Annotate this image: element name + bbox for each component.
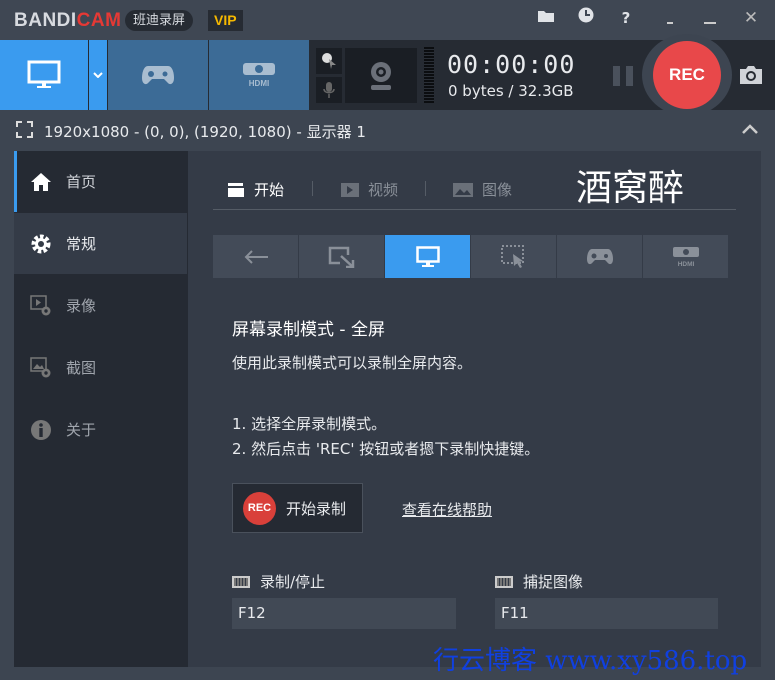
sidebar-item-general[interactable]: 常规 (14, 213, 187, 274)
capture-area-text: 1920x1080 - (0, 0), (1920, 1080) - 显示器 1 (44, 123, 366, 141)
recording-timer: 00:00:00 (447, 50, 576, 79)
vip-badge[interactable]: VIP (208, 10, 243, 31)
sidebar-item-about[interactable]: 关于 (14, 399, 187, 460)
hdmi-device-icon: HDMI (243, 63, 275, 88)
bandicam-logo: BANDICAM (14, 10, 122, 31)
webcam-icon (371, 61, 391, 90)
rec-button[interactable]: REC (653, 41, 721, 109)
dotted-select-icon (500, 244, 524, 268)
camera-icon (740, 66, 762, 84)
keyboard-icon (495, 575, 513, 588)
chevron-up-icon (742, 124, 758, 134)
folder-icon[interactable] (533, 6, 559, 30)
capture-mode-row: HDMI (213, 235, 728, 278)
info-icon (30, 419, 52, 441)
game-mode-button[interactable] (108, 40, 208, 110)
step-1: 1. 选择全屏录制模式。 (232, 415, 387, 433)
close-button[interactable]: ✕ (738, 6, 764, 30)
webcam-button[interactable] (345, 48, 417, 103)
cursor-effect-button[interactable] (316, 48, 342, 74)
tab-video[interactable]: 视频 (341, 179, 398, 200)
monitor-icon (415, 245, 440, 267)
svg-text:HDMI: HDMI (677, 261, 694, 268)
sidebar-item-video[interactable]: 录像 (14, 275, 187, 336)
tab-divider (312, 181, 313, 196)
start-recording-button[interactable]: REC 开始录制 (232, 483, 363, 533)
sidebar-item-screenshot[interactable]: 截图 (14, 337, 187, 398)
gear-icon (30, 233, 52, 255)
arrow-left-icon (244, 249, 268, 264)
tab-divider (425, 181, 426, 196)
hdmi-device-icon: HDMI (672, 246, 699, 268)
resize-window-icon (328, 246, 354, 268)
minimize-button[interactable] (697, 6, 723, 30)
video-icon (341, 182, 359, 197)
main-panel: 开始 视频 图像 酒窝醉 HDMI 屏幕录制模式 - 全屏 使用此录制模式可以录… (188, 151, 761, 667)
selection-area-icon (16, 121, 33, 138)
pause-button[interactable] (613, 66, 635, 86)
watermark: 行云博客 www.xy586.top (433, 646, 748, 676)
help-icon[interactable]: ? (613, 6, 639, 30)
monitor-icon (27, 60, 61, 88)
back-button[interactable] (213, 235, 298, 278)
hdmi-mode-button[interactable]: HDMI (209, 40, 309, 110)
hotkey-capture-label: 捕捉图像 (495, 571, 583, 592)
sidebar-item-home[interactable]: 首页 (14, 151, 187, 212)
home-icon (30, 171, 52, 193)
screenshot-button[interactable] (738, 64, 764, 86)
mode-title: 屏幕录制模式 - 全屏 (232, 320, 385, 340)
around-mouse-mode-button[interactable] (471, 235, 556, 278)
tabs-underline (213, 209, 736, 210)
cursor-click-icon (322, 53, 336, 69)
gamepad-icon (142, 66, 174, 85)
online-help-link[interactable]: 查看在线帮助 (402, 499, 492, 520)
tab-image[interactable]: 图像 (453, 179, 512, 200)
clapperboard-icon (228, 182, 244, 197)
sidebar: 首页 常规 录像 截图 关于 (14, 151, 188, 667)
video-settings-icon (30, 294, 52, 317)
tab-start[interactable]: 开始 (227, 179, 284, 200)
gamepad-icon (586, 248, 613, 264)
mode-description: 使用此录制模式可以录制全屏内容。 (232, 354, 473, 372)
screen-mode-button[interactable] (0, 40, 88, 110)
minimize-to-tray-button[interactable] (657, 6, 683, 30)
image-settings-icon (30, 356, 52, 379)
microphone-button[interactable] (316, 77, 342, 103)
record-hotkey-field[interactable]: F12 (232, 598, 456, 629)
svg-text:HDMI: HDMI (249, 79, 269, 88)
fullscreen-mode-button[interactable] (385, 235, 470, 278)
hdmi-mode-button-small[interactable]: HDMI (643, 235, 728, 278)
step-2: 2. 然后点击 'REC' 按钮或者摁下录制快捷键。 (232, 440, 540, 458)
rectangle-mode-button[interactable] (299, 235, 384, 278)
hotkey-record-label: 录制/停止 (232, 571, 325, 592)
chevron-down-icon (93, 72, 103, 78)
audio-level-meter (424, 47, 434, 103)
file-size-readout: 0 bytes / 32.3GB (448, 82, 574, 100)
clock-icon[interactable] (573, 6, 599, 30)
collapse-button[interactable] (742, 122, 758, 138)
capture-hotkey-field[interactable]: F11 (495, 598, 718, 629)
mode-dropdown-button[interactable] (89, 40, 107, 110)
microphone-icon (323, 82, 335, 98)
overlay-heading: 酒窝醉 (576, 168, 685, 209)
image-icon (453, 182, 473, 197)
game-mode-button-small[interactable] (557, 235, 642, 278)
rec-badge-icon: REC (243, 491, 276, 525)
keyboard-icon (232, 575, 250, 588)
brand-badge: 班迪录屏 (125, 10, 194, 31)
